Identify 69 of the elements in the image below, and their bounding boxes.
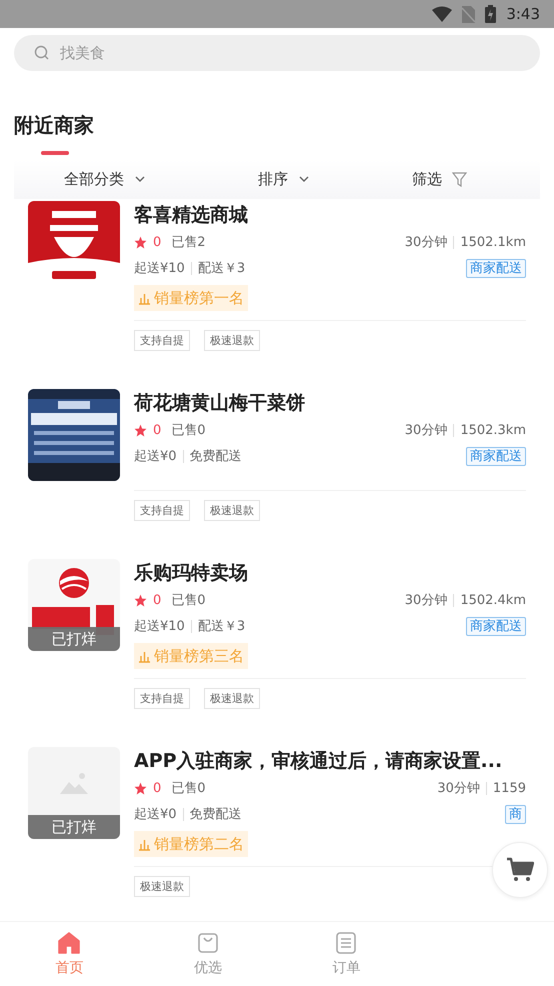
filter-icon xyxy=(452,172,467,186)
bar-chart-icon xyxy=(138,838,151,850)
delivery-time: 30分钟 xyxy=(404,592,448,609)
service-tag: 极速退款 xyxy=(204,330,260,351)
filter-dropdown[interactable]: 排序 xyxy=(252,166,316,192)
min-order: 起送¥0 xyxy=(134,448,177,465)
service-tag: 支持自提 xyxy=(134,500,190,521)
search-bar[interactable]: 找美食 xyxy=(14,35,540,71)
sold-count: 已售0 xyxy=(171,422,206,439)
min-order: 起送¥10 xyxy=(134,260,185,277)
distance: 1502.4km xyxy=(460,592,526,608)
rank-badge: 销量榜第三名 xyxy=(134,643,248,669)
rank-badge: 销量榜第一名 xyxy=(134,285,248,311)
rating-value: 0 xyxy=(153,422,162,438)
shopping-bag-icon xyxy=(196,931,220,955)
delivery-time: 30分钟 xyxy=(437,780,480,797)
caret-icon xyxy=(134,175,146,183)
delivery-fee: 免费配送 xyxy=(190,806,242,823)
delivery-time: 30分钟 xyxy=(404,422,448,439)
rating-value: 0 xyxy=(153,780,162,796)
store-name[interactable]: 客喜精选商城 xyxy=(134,201,526,229)
search-field[interactable]: 找美食 xyxy=(58,43,520,63)
delivery-tag: 商家配送 xyxy=(466,616,526,636)
sold-count: 已售0 xyxy=(171,592,206,609)
filter-dropdown[interactable]: 全部分类 xyxy=(58,166,152,192)
delivery-time: 30分钟 xyxy=(404,234,448,251)
section-title: 附近商家 xyxy=(14,112,95,139)
delivery-tag: 商 xyxy=(505,804,526,824)
distance: 1502.1km xyxy=(460,234,526,250)
no-sim-icon xyxy=(462,6,476,22)
star-icon xyxy=(134,424,147,436)
closed-label: 已打烊 xyxy=(28,627,120,651)
delivery-fee: 免费配送 xyxy=(190,448,242,465)
home-icon xyxy=(57,931,82,955)
battery-icon xyxy=(485,5,496,23)
rank-badge: 销量榜第二名 xyxy=(134,831,248,857)
distance: 1502.3km xyxy=(460,422,526,438)
bar-chart-icon xyxy=(138,650,151,662)
star-icon xyxy=(134,236,147,248)
service-tag: 极速退款 xyxy=(204,500,260,521)
closed-label: 已打烊 xyxy=(28,815,120,839)
sold-count: 已售2 xyxy=(171,234,206,251)
store-name[interactable]: 乐购玛特卖场 xyxy=(134,559,526,587)
search-icon xyxy=(34,45,50,61)
service-tag: 支持自提 xyxy=(134,688,190,709)
store-name[interactable]: 荷花塘黄山梅干菜饼 xyxy=(134,389,526,417)
filter-dropdown[interactable]: 筛选 xyxy=(406,166,473,192)
delivery-tag: 商家配送 xyxy=(466,258,526,278)
star-icon xyxy=(134,782,147,794)
sold-count: 已售0 xyxy=(171,780,206,797)
bar-chart-icon xyxy=(138,292,151,304)
distance: 1159 xyxy=(492,780,526,796)
cart-icon xyxy=(506,857,534,883)
caret-icon xyxy=(298,175,310,183)
min-order: 起送¥10 xyxy=(134,618,185,635)
list-icon xyxy=(334,931,358,955)
service-tag: 极速退款 xyxy=(204,688,260,709)
rating-value: 0 xyxy=(153,592,162,608)
rating-value: 0 xyxy=(153,234,162,250)
min-order: 起送¥0 xyxy=(134,806,177,823)
clock-time: 3:43 xyxy=(506,5,540,23)
delivery-fee: 配送￥3 xyxy=(198,618,246,635)
delivery-fee: 配送￥3 xyxy=(198,260,246,277)
service-tag: 极速退款 xyxy=(134,876,190,897)
star-icon xyxy=(134,594,147,606)
service-tag: 支持自提 xyxy=(134,330,190,351)
wifi-icon xyxy=(432,6,452,22)
store-name[interactable]: APP入驻商家，审核通过后，请商家设置... xyxy=(134,747,526,775)
delivery-tag: 商家配送 xyxy=(466,446,526,466)
